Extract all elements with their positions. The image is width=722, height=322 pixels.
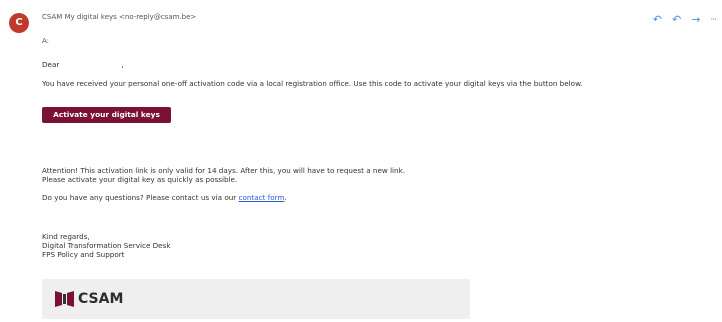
greeting: Dear, [42,60,124,69]
greeting-text: Dear [42,60,60,69]
intro-paragraph: You have received your personal one-off … [42,79,583,88]
forward-icon[interactable]: → [691,14,700,26]
greeting-comma: , [121,60,124,69]
signoff: Kind regards, [42,232,90,241]
reply-all-icon[interactable]: ↶ [672,14,681,26]
questions-paragraph: Do you have any questions? Please contac… [42,193,287,202]
sender-address[interactable]: CSAM My digital keys <no-reply@csam.be> [42,13,196,21]
signature-line-1: Digital Transformation Service Desk [42,241,171,250]
warning-line-2: Please activate your digital key as quic… [42,175,238,184]
sender-avatar: C [9,13,29,33]
footer-banner: CSAM [42,279,470,319]
csam-logo-text: CSAM [78,291,124,307]
contact-form-link[interactable]: contact form [239,193,285,202]
reply-icon[interactable]: ↶ [653,14,662,26]
activate-keys-button[interactable]: Activate your digital keys [42,107,171,123]
signature-line-2: FPS Policy and Support [42,250,125,259]
questions-period: . [284,193,287,202]
questions-text: Do you have any questions? Please contac… [42,193,237,202]
warning-line-1: Attention! This activation link is only … [42,166,406,175]
more-icon[interactable]: ··· [710,14,717,26]
csam-logo-icon [55,291,74,307]
recipient-label: A: [42,37,50,45]
message-actions: ↶ ↶ → ··· [653,14,717,26]
